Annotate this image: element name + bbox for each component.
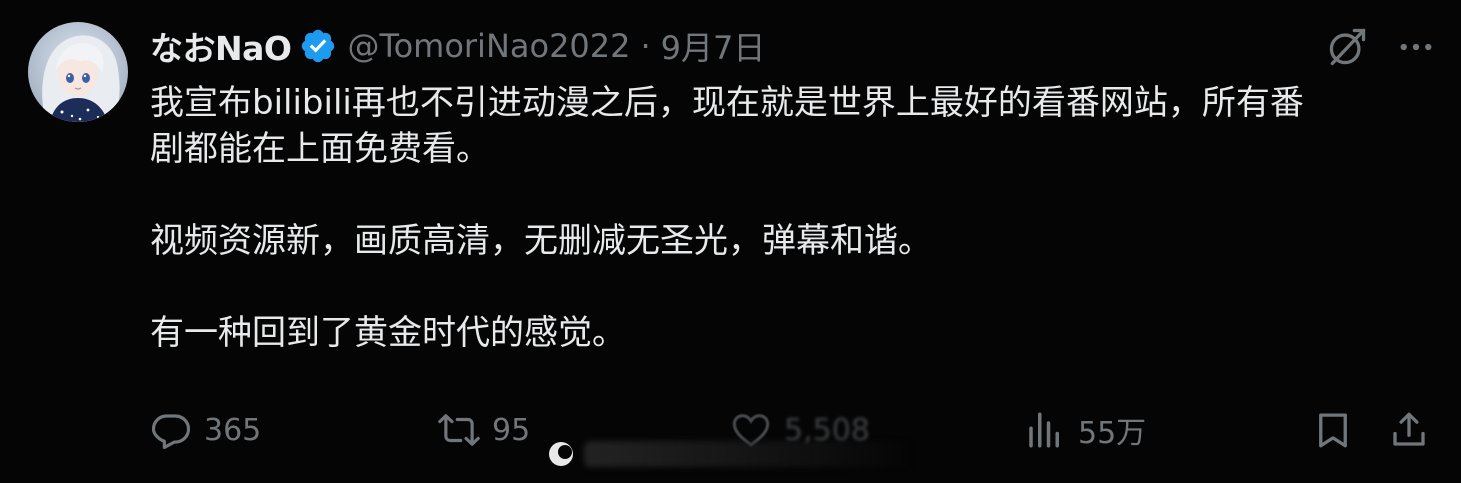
share-icon <box>1393 412 1425 446</box>
verified-badge-icon[interactable] <box>299 27 337 65</box>
watermark-logo-icon <box>549 442 573 466</box>
views-button[interactable]: 55万 <box>1024 405 1146 455</box>
separator-dot: · <box>640 27 651 65</box>
views-count: 55万 <box>1078 416 1147 451</box>
watermark <box>546 438 926 470</box>
more-icon[interactable] <box>1395 26 1437 68</box>
avatar-image <box>28 22 128 122</box>
reply-icon <box>151 414 191 450</box>
user-handle[interactable]: @TomoriNao2022 <box>347 27 630 65</box>
tweet-date[interactable]: 9月7日 <box>661 23 766 69</box>
top-actions <box>1325 22 1437 72</box>
reply-count: 365 <box>204 412 262 448</box>
tweet-text: 我宣布bilibili再也不引进动漫之后，现在就是世界上最好的看番网站，所有番 … <box>150 80 1420 356</box>
reply-button[interactable]: 365 <box>150 405 261 455</box>
retweet-icon <box>438 414 480 446</box>
watermark-blur <box>584 441 914 467</box>
tweet-header: なおNaO @TomoriNao2022 · 9月7日 <box>150 22 765 70</box>
display-name[interactable]: なおNaO <box>150 22 292 70</box>
tweet-paragraph: 有一种回到了黄金时代的感觉。 <box>150 313 626 353</box>
tweet-paragraph: 视频资源新，画质高清，无删减无圣光，弹幕和谐。 <box>150 221 932 261</box>
bookmark-icon <box>1319 413 1347 448</box>
retweet-count: 95 <box>492 412 531 448</box>
bookmark-button[interactable] <box>1312 405 1354 455</box>
tweet-paragraph: 我宣布bilibili再也不引进动漫之后，现在就是世界上最好的看番网站，所有番 … <box>150 83 1304 169</box>
tweet-card: なおNaO @TomoriNao2022 · 9月7日 我宣布bilibili再… <box>0 0 1461 483</box>
avatar[interactable] <box>28 22 128 122</box>
share-button[interactable] <box>1388 405 1430 455</box>
retweet-button[interactable]: 95 <box>438 405 530 455</box>
views-icon <box>1029 412 1059 448</box>
grok-icon[interactable] <box>1325 25 1369 69</box>
